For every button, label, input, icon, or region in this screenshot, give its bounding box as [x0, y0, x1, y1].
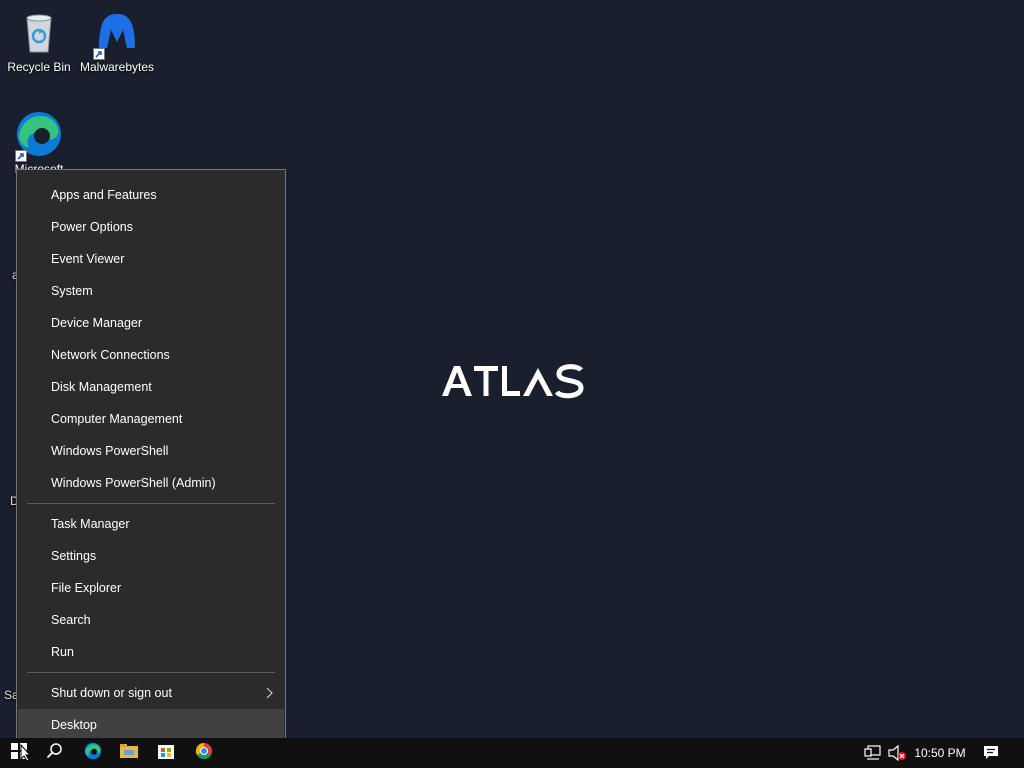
taskbar-clock[interactable]: 10:50 PM [906, 738, 974, 768]
menu-item-power-options[interactable]: Power Options [17, 211, 285, 243]
volume-muted-icon[interactable] [888, 744, 908, 762]
menu-item-apps-and-features[interactable]: Apps and Features [17, 179, 285, 211]
desktop-icon-edge[interactable]: Microsoft [0, 110, 78, 176]
menu-item-file-explorer[interactable]: File Explorer [17, 572, 285, 604]
taskbar-search-button[interactable] [36, 738, 74, 768]
mouse-cursor-icon [20, 743, 32, 767]
taskbar-file-explorer-button[interactable] [110, 738, 148, 768]
menu-item-task-manager[interactable]: Task Manager [17, 508, 285, 540]
menu-item-run[interactable]: Run [17, 636, 285, 668]
menu-item-system[interactable]: System [17, 275, 285, 307]
edge-icon [15, 110, 63, 162]
menu-item-label: Shut down or sign out [51, 686, 172, 700]
desktop-icon-recycle-bin[interactable]: Recycle Bin [0, 8, 78, 74]
winx-context-menu: Apps and Features Power Options Event Vi… [16, 169, 286, 749]
desktop-icon-label: Malwarebytes [79, 60, 155, 74]
file-explorer-icon [120, 743, 138, 764]
menu-item-network-connections[interactable]: Network Connections [17, 339, 285, 371]
shortcut-arrow-icon [93, 48, 105, 60]
menu-item-search[interactable]: Search [17, 604, 285, 636]
menu-item-windows-powershell[interactable]: Windows PowerShell [17, 435, 285, 467]
atlas-wallpaper-logo [441, 360, 585, 400]
store-icon [158, 743, 174, 764]
taskbar-edge-button[interactable] [74, 738, 112, 768]
shortcut-arrow-icon [15, 150, 27, 162]
taskbar: 10:50 PM [0, 738, 1024, 768]
search-icon [46, 742, 64, 765]
menu-item-settings[interactable]: Settings [17, 540, 285, 572]
menu-item-desktop[interactable]: Desktop [18, 709, 284, 741]
malwarebytes-icon [93, 8, 141, 60]
menu-item-device-manager[interactable]: Device Manager [17, 307, 285, 339]
network-icon[interactable] [864, 745, 882, 761]
menu-item-event-viewer[interactable]: Event Viewer [17, 243, 285, 275]
chevron-right-icon [265, 677, 275, 709]
menu-item-windows-powershell-admin[interactable]: Windows PowerShell (Admin) [17, 467, 285, 499]
notifications-icon[interactable] [983, 745, 999, 761]
menu-separator [27, 503, 275, 504]
menu-item-shut-down-or-sign-out[interactable]: Shut down or sign out [17, 677, 285, 709]
start-button[interactable] [0, 738, 38, 768]
menu-item-computer-management[interactable]: Computer Management [17, 403, 285, 435]
taskbar-chrome-button[interactable] [185, 738, 223, 768]
recycle-bin-icon [15, 8, 63, 56]
desktop-icon-malwarebytes[interactable]: Malwarebytes [78, 8, 156, 74]
desktop-icon-label: Recycle Bin [7, 60, 71, 74]
menu-separator [27, 672, 275, 673]
edge-icon [84, 742, 102, 765]
menu-item-disk-management[interactable]: Disk Management [17, 371, 285, 403]
taskbar-store-button[interactable] [147, 738, 185, 768]
chrome-icon [195, 742, 213, 765]
